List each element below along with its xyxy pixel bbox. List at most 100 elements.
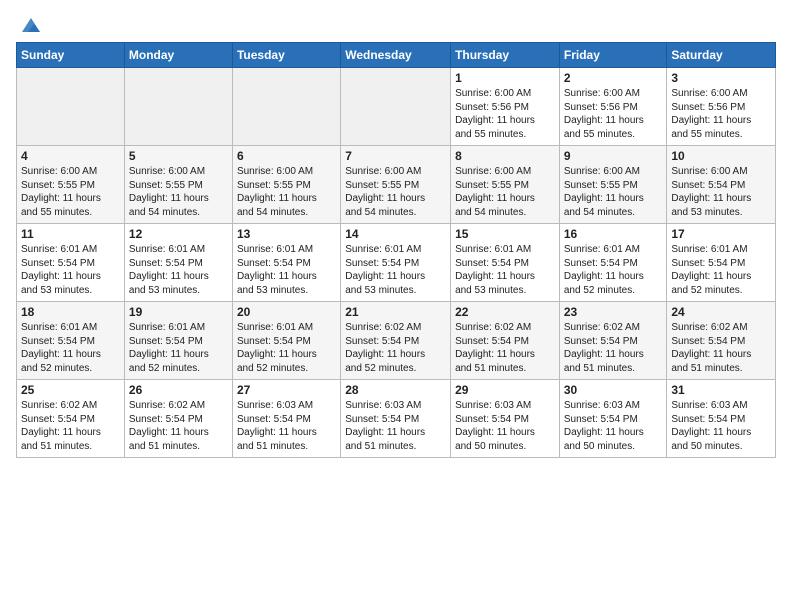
calendar-cell bbox=[232, 68, 340, 146]
day-number: 12 bbox=[129, 227, 228, 241]
calendar-cell: 30 Sunrise: 6:03 AM Sunset: 5:54 PM Dayli… bbox=[559, 380, 667, 458]
day-info: Sunrise: 6:00 AM Sunset: 5:56 PM Dayligh… bbox=[671, 87, 771, 141]
day-info: Sunrise: 6:03 AM Sunset: 5:54 PM Dayligh… bbox=[671, 399, 771, 453]
day-number: 27 bbox=[237, 383, 336, 397]
col-header-friday: Friday bbox=[559, 43, 667, 68]
day-info: Sunrise: 6:01 AM Sunset: 5:54 PM Dayligh… bbox=[671, 243, 771, 297]
day-info: Sunrise: 6:00 AM Sunset: 5:55 PM Dayligh… bbox=[237, 165, 336, 219]
col-header-tuesday: Tuesday bbox=[232, 43, 340, 68]
day-info: Sunrise: 6:02 AM Sunset: 5:54 PM Dayligh… bbox=[455, 321, 555, 375]
calendar-cell: 13 Sunrise: 6:01 AM Sunset: 5:54 PM Dayli… bbox=[232, 224, 340, 302]
calendar-cell: 28 Sunrise: 6:03 AM Sunset: 5:54 PM Dayli… bbox=[341, 380, 451, 458]
day-number: 8 bbox=[455, 149, 555, 163]
day-info: Sunrise: 6:00 AM Sunset: 5:55 PM Dayligh… bbox=[564, 165, 663, 219]
day-info: Sunrise: 6:00 AM Sunset: 5:56 PM Dayligh… bbox=[455, 87, 555, 141]
calendar-cell: 23 Sunrise: 6:02 AM Sunset: 5:54 PM Dayli… bbox=[559, 302, 667, 380]
day-info: Sunrise: 6:02 AM Sunset: 5:54 PM Dayligh… bbox=[345, 321, 446, 375]
day-number: 11 bbox=[21, 227, 120, 241]
header bbox=[16, 10, 776, 36]
calendar-cell bbox=[17, 68, 125, 146]
calendar-cell: 16Sunrise: 6:01 AM Sunset: 5:54 PM Dayli… bbox=[559, 224, 667, 302]
calendar-week-5: 25 Sunrise: 6:02 AM Sunset: 5:54 PM Dayli… bbox=[17, 380, 776, 458]
calendar-cell: 24 Sunrise: 6:02 AM Sunset: 5:54 PM Dayli… bbox=[667, 302, 776, 380]
calendar-cell: 1 Sunrise: 6:00 AM Sunset: 5:56 PM Daylig… bbox=[451, 68, 560, 146]
day-number: 17 bbox=[671, 227, 771, 241]
calendar-cell: 7 Sunrise: 6:00 AM Sunset: 5:55 PM Daylig… bbox=[341, 146, 451, 224]
col-header-wednesday: Wednesday bbox=[341, 43, 451, 68]
day-number: 25 bbox=[21, 383, 120, 397]
calendar-cell: 10Sunrise: 6:00 AM Sunset: 5:54 PM Dayli… bbox=[667, 146, 776, 224]
calendar-table: SundayMondayTuesdayWednesdayThursdayFrid… bbox=[16, 42, 776, 458]
day-info: Sunrise: 6:01 AM Sunset: 5:54 PM Dayligh… bbox=[129, 321, 228, 375]
calendar-cell: 9 Sunrise: 6:00 AM Sunset: 5:55 PM Daylig… bbox=[559, 146, 667, 224]
day-number: 2 bbox=[564, 71, 663, 85]
col-header-saturday: Saturday bbox=[667, 43, 776, 68]
calendar-cell: 29Sunrise: 6:03 AM Sunset: 5:54 PM Dayli… bbox=[451, 380, 560, 458]
day-number: 1 bbox=[455, 71, 555, 85]
day-info: Sunrise: 6:00 AM Sunset: 5:55 PM Dayligh… bbox=[345, 165, 446, 219]
day-info: Sunrise: 6:03 AM Sunset: 5:54 PM Dayligh… bbox=[455, 399, 555, 453]
calendar-cell: 27 Sunrise: 6:03 AM Sunset: 5:54 PM Dayli… bbox=[232, 380, 340, 458]
calendar-week-2: 4 Sunrise: 6:00 AM Sunset: 5:55 PM Daylig… bbox=[17, 146, 776, 224]
calendar-week-3: 11 Sunrise: 6:01 AM Sunset: 5:54 PM Dayli… bbox=[17, 224, 776, 302]
day-number: 16 bbox=[564, 227, 663, 241]
day-info: Sunrise: 6:02 AM Sunset: 5:54 PM Dayligh… bbox=[21, 399, 120, 453]
page: SundayMondayTuesdayWednesdayThursdayFrid… bbox=[0, 0, 792, 474]
calendar-cell: 21Sunrise: 6:02 AM Sunset: 5:54 PM Dayli… bbox=[341, 302, 451, 380]
calendar-header-row: SundayMondayTuesdayWednesdayThursdayFrid… bbox=[17, 43, 776, 68]
calendar-cell: 26 Sunrise: 6:02 AM Sunset: 5:54 PM Dayli… bbox=[124, 380, 232, 458]
day-info: Sunrise: 6:00 AM Sunset: 5:54 PM Dayligh… bbox=[671, 165, 771, 219]
calendar-cell: 8 Sunrise: 6:00 AM Sunset: 5:55 PM Daylig… bbox=[451, 146, 560, 224]
day-number: 5 bbox=[129, 149, 228, 163]
day-info: Sunrise: 6:01 AM Sunset: 5:54 PM Dayligh… bbox=[21, 321, 120, 375]
day-number: 13 bbox=[237, 227, 336, 241]
day-info: Sunrise: 6:03 AM Sunset: 5:54 PM Dayligh… bbox=[345, 399, 446, 453]
calendar-week-1: 1 Sunrise: 6:00 AM Sunset: 5:56 PM Daylig… bbox=[17, 68, 776, 146]
day-number: 28 bbox=[345, 383, 446, 397]
day-number: 9 bbox=[564, 149, 663, 163]
day-number: 31 bbox=[671, 383, 771, 397]
day-info: Sunrise: 6:02 AM Sunset: 5:54 PM Dayligh… bbox=[564, 321, 663, 375]
calendar-cell: 12 Sunrise: 6:01 AM Sunset: 5:54 PM Dayli… bbox=[124, 224, 232, 302]
col-header-sunday: Sunday bbox=[17, 43, 125, 68]
day-number: 20 bbox=[237, 305, 336, 319]
day-info: Sunrise: 6:01 AM Sunset: 5:54 PM Dayligh… bbox=[237, 243, 336, 297]
day-number: 24 bbox=[671, 305, 771, 319]
day-number: 6 bbox=[237, 149, 336, 163]
calendar-cell: 5Sunrise: 6:00 AM Sunset: 5:55 PM Daylig… bbox=[124, 146, 232, 224]
day-info: Sunrise: 6:01 AM Sunset: 5:54 PM Dayligh… bbox=[345, 243, 446, 297]
calendar-cell bbox=[124, 68, 232, 146]
day-number: 18 bbox=[21, 305, 120, 319]
calendar-cell bbox=[341, 68, 451, 146]
calendar-cell: 3 Sunrise: 6:00 AM Sunset: 5:56 PM Daylig… bbox=[667, 68, 776, 146]
calendar-cell: 15Sunrise: 6:01 AM Sunset: 5:54 PM Dayli… bbox=[451, 224, 560, 302]
calendar-cell: 17 Sunrise: 6:01 AM Sunset: 5:54 PM Dayli… bbox=[667, 224, 776, 302]
calendar-cell: 14 Sunrise: 6:01 AM Sunset: 5:54 PM Dayli… bbox=[341, 224, 451, 302]
day-number: 19 bbox=[129, 305, 228, 319]
day-number: 7 bbox=[345, 149, 446, 163]
day-info: Sunrise: 6:00 AM Sunset: 5:55 PM Dayligh… bbox=[21, 165, 120, 219]
day-number: 3 bbox=[671, 71, 771, 85]
day-info: Sunrise: 6:00 AM Sunset: 5:56 PM Dayligh… bbox=[564, 87, 663, 141]
day-info: Sunrise: 6:00 AM Sunset: 5:55 PM Dayligh… bbox=[455, 165, 555, 219]
day-info: Sunrise: 6:03 AM Sunset: 5:54 PM Dayligh… bbox=[237, 399, 336, 453]
calendar-week-4: 18 Sunrise: 6:01 AM Sunset: 5:54 PM Dayli… bbox=[17, 302, 776, 380]
day-info: Sunrise: 6:03 AM Sunset: 5:54 PM Dayligh… bbox=[564, 399, 663, 453]
day-number: 23 bbox=[564, 305, 663, 319]
day-number: 14 bbox=[345, 227, 446, 241]
calendar-cell: 19 Sunrise: 6:01 AM Sunset: 5:54 PM Dayli… bbox=[124, 302, 232, 380]
day-info: Sunrise: 6:01 AM Sunset: 5:54 PM Dayligh… bbox=[455, 243, 555, 297]
day-number: 30 bbox=[564, 383, 663, 397]
day-number: 4 bbox=[21, 149, 120, 163]
logo-icon bbox=[20, 14, 42, 36]
calendar-cell: 31 Sunrise: 6:03 AM Sunset: 5:54 PM Dayli… bbox=[667, 380, 776, 458]
day-info: Sunrise: 6:01 AM Sunset: 5:54 PM Dayligh… bbox=[129, 243, 228, 297]
day-info: Sunrise: 6:02 AM Sunset: 5:54 PM Dayligh… bbox=[671, 321, 771, 375]
day-number: 26 bbox=[129, 383, 228, 397]
logo bbox=[16, 14, 42, 36]
calendar-cell: 25 Sunrise: 6:02 AM Sunset: 5:54 PM Dayli… bbox=[17, 380, 125, 458]
calendar-cell: 6 Sunrise: 6:00 AM Sunset: 5:55 PM Daylig… bbox=[232, 146, 340, 224]
col-header-thursday: Thursday bbox=[451, 43, 560, 68]
day-info: Sunrise: 6:02 AM Sunset: 5:54 PM Dayligh… bbox=[129, 399, 228, 453]
calendar-cell: 22Sunrise: 6:02 AM Sunset: 5:54 PM Dayli… bbox=[451, 302, 560, 380]
